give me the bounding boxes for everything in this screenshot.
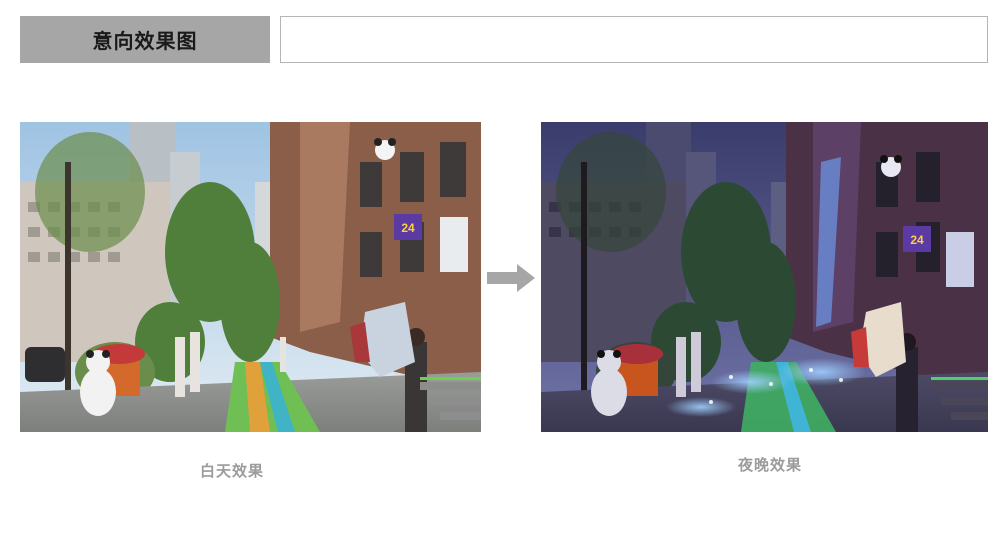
night-caption: 夜晚效果 [738, 456, 803, 474]
subtitle-field [280, 16, 988, 63]
day-caption: 白天效果 [200, 462, 265, 480]
section-title: 意向效果图 [20, 16, 270, 63]
right-arrow-icon [487, 264, 535, 292]
night-rendering-image: 24 [541, 122, 988, 432]
page: 意向效果图 24 24 白天效果 夜晚效果 [0, 0, 1000, 538]
night-sign-number: 24 [910, 233, 924, 247]
day-sign-number: 24 [401, 221, 415, 235]
day-rendering-image: 24 [20, 122, 481, 432]
